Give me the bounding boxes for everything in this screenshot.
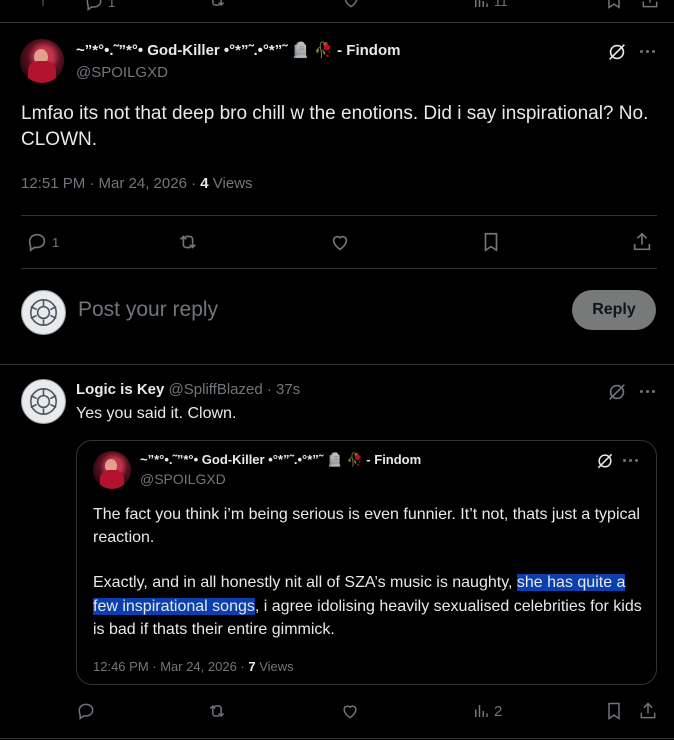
- reply-count: 1: [52, 234, 60, 250]
- reply-text: Yes you said it. Clown.: [76, 405, 237, 422]
- like-icon[interactable]: [340, 0, 362, 10]
- quoted-author-name[interactable]: ~”*°•.˜”*°• God-Killer •°*”˜.•°*”˜ 🪦 🥀 -…: [140, 452, 421, 468]
- grok-icon[interactable]: [595, 451, 615, 471]
- repost-icon[interactable]: [206, 0, 228, 10]
- grok-icon[interactable]: [606, 381, 628, 403]
- views-icon: [472, 0, 490, 10]
- bookmark-icon[interactable]: [604, 701, 624, 721]
- quoted-paragraph-2: Exactly, and in all honestly nit all of …: [93, 571, 648, 642]
- thread-line: [42, 0, 44, 6]
- current-user-avatar[interactable]: [21, 290, 66, 335]
- grok-icon[interactable]: [606, 41, 628, 63]
- bookmark-icon[interactable]: [604, 0, 624, 10]
- quoted-timestamp[interactable]: 12:46 PM · Mar 24, 2026 ·: [93, 659, 245, 674]
- views-icon: [472, 702, 490, 720]
- tweet-text: Lmfao its not that deep bro chill w the …: [21, 103, 649, 150]
- reply-icon: [26, 231, 48, 253]
- top-views-count: 11: [494, 0, 508, 9]
- more-options-icon[interactable]: [640, 50, 655, 53]
- share-icon[interactable]: [640, 0, 660, 10]
- quoted-author-handle[interactable]: @SPOILGXD: [140, 471, 226, 487]
- reply-button[interactable]: Reply: [572, 290, 656, 330]
- divider: [0, 738, 674, 739]
- divider: [21, 268, 657, 269]
- tweet-timestamp[interactable]: 12:51 PM · Mar 24, 2026 ·: [21, 175, 196, 192]
- quoted-meta: 12:46 PM · Mar 24, 2026 · 7 Views: [93, 659, 294, 674]
- like-icon[interactable]: [328, 231, 352, 253]
- tweet-meta: 12:51 PM · Mar 24, 2026 · 4 Views: [21, 175, 253, 192]
- views-count: 2: [494, 702, 503, 720]
- tweet-views-number: 4: [200, 175, 209, 192]
- reply-author-avatar[interactable]: [21, 379, 66, 424]
- author-display-name[interactable]: ~”*°•.˜”*°• God-Killer •°*”˜.•°*”˜ 🪦 🥀 -…: [76, 41, 400, 59]
- top-reply-count: 1: [108, 0, 116, 10]
- divider: [0, 22, 674, 23]
- reply-icon: [84, 0, 104, 12]
- reply-time[interactable]: · 37s: [267, 381, 300, 398]
- reply-author-name[interactable]: Logic is Key: [76, 381, 164, 398]
- divider: [0, 364, 674, 365]
- reply-author-handle[interactable]: @SpliffBlazed: [169, 381, 263, 398]
- tweet-views-label: Views: [212, 175, 253, 192]
- share-icon[interactable]: [638, 701, 658, 721]
- reply-icon[interactable]: [76, 701, 96, 721]
- reply-input[interactable]: Post your reply: [78, 298, 218, 322]
- author-avatar[interactable]: [20, 39, 64, 83]
- reply-header: Logic is Key @SpliffBlazed · 37s: [76, 381, 300, 398]
- more-options-icon[interactable]: [623, 459, 638, 462]
- top-reply-action[interactable]: 1: [84, 0, 115, 12]
- reply-action[interactable]: 1: [26, 231, 59, 253]
- repost-icon[interactable]: [206, 701, 228, 721]
- bookmark-icon[interactable]: [480, 231, 502, 253]
- quoted-text-before: Exactly, and in all honestly nit all of …: [93, 574, 517, 591]
- like-icon[interactable]: [339, 701, 361, 721]
- more-options-icon[interactable]: [640, 390, 655, 393]
- quoted-paragraph-1: The fact you think i’m being serious is …: [93, 506, 640, 546]
- top-views-action[interactable]: 11: [472, 0, 508, 10]
- views-action[interactable]: 2: [472, 702, 502, 720]
- quoted-author-avatar[interactable]: [93, 451, 131, 489]
- quoted-views-number: 7: [248, 659, 256, 674]
- share-icon[interactable]: [631, 231, 653, 253]
- quoted-tweet-card[interactable]: ~”*°•.˜”*°• God-Killer •°*”˜.•°*”˜ 🪦 🥀 -…: [76, 440, 657, 685]
- author-handle[interactable]: @SPOILGXD: [76, 64, 168, 81]
- quoted-views-label: Views: [259, 659, 294, 674]
- repost-icon[interactable]: [176, 231, 200, 253]
- divider: [21, 215, 657, 216]
